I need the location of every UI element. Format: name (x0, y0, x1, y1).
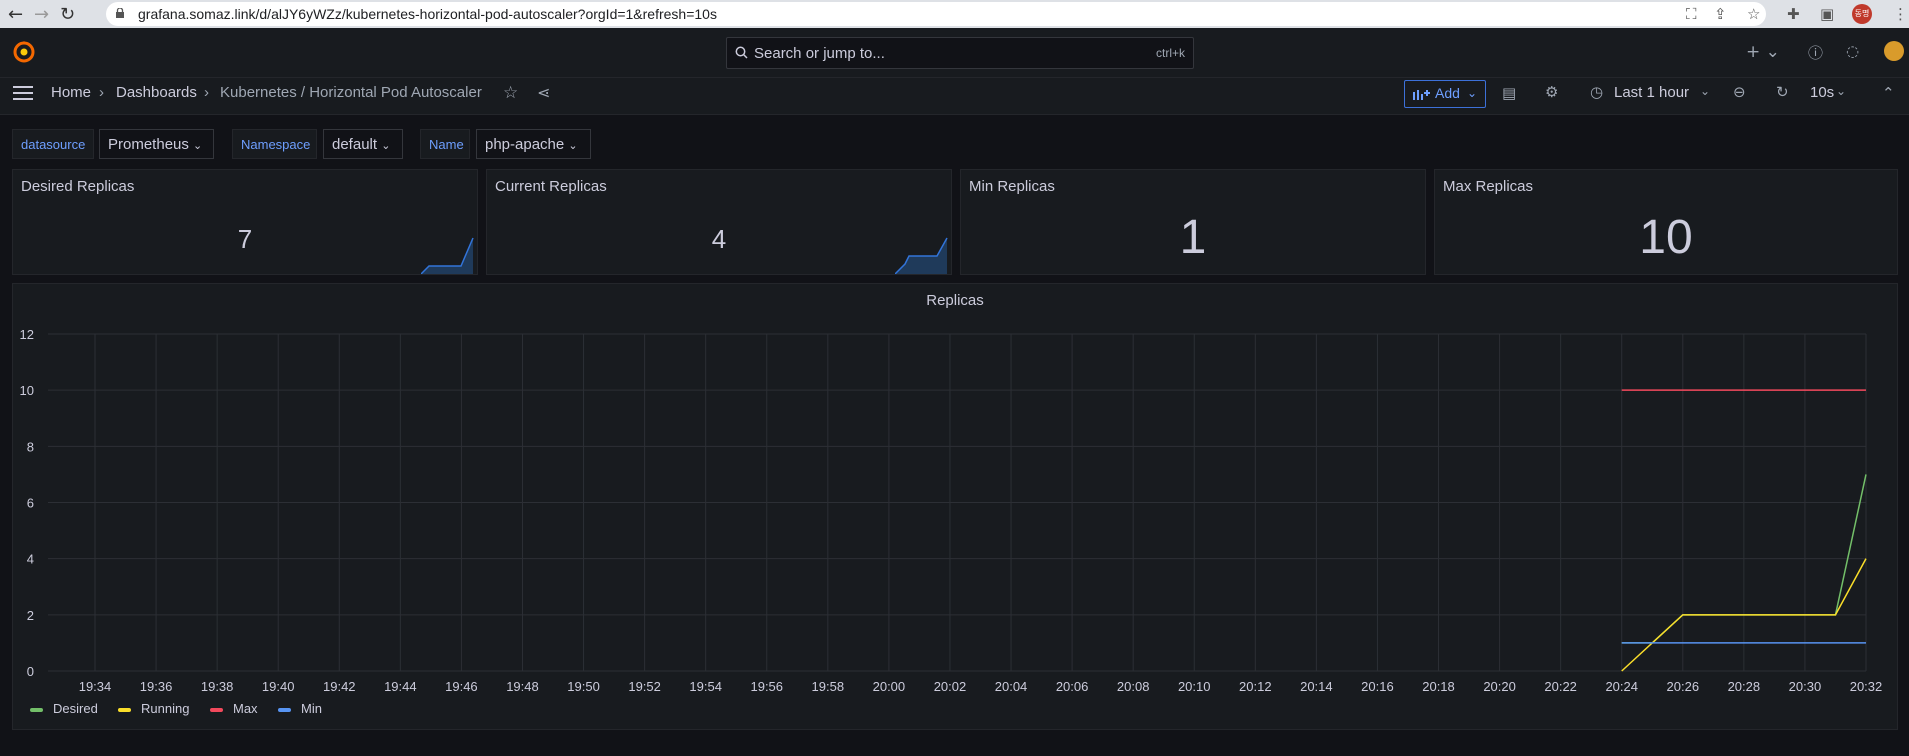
x-tick-label: 20:04 (995, 679, 1028, 694)
y-tick-label: 6 (27, 496, 34, 511)
x-tick-label: 19:48 (506, 679, 539, 694)
x-tick-label: 20:16 (1361, 679, 1394, 694)
y-tick-label: 8 (27, 439, 34, 454)
x-tick-label: 19:56 (750, 679, 783, 694)
x-tick-label: 19:58 (812, 679, 845, 694)
x-tick-label: 19:42 (323, 679, 356, 694)
x-tick-label: 19:38 (201, 679, 234, 694)
x-tick-label: 19:34 (79, 679, 112, 694)
legend-swatch (30, 707, 43, 712)
x-tick-label: 19:40 (262, 679, 295, 694)
x-tick-label: 19:54 (689, 679, 722, 694)
x-tick-label: 20:28 (1728, 679, 1761, 694)
x-tick-label: 19:52 (628, 679, 661, 694)
y-tick-label: 2 (27, 608, 34, 623)
x-tick-label: 20:24 (1605, 679, 1638, 694)
x-tick-label: 20:26 (1667, 679, 1700, 694)
legend-item-running[interactable]: Running (118, 701, 189, 716)
legend-item-max[interactable]: Max (210, 701, 258, 716)
x-tick-label: 19:44 (384, 679, 417, 694)
legend-swatch (118, 707, 131, 712)
x-tick-label: 20:20 (1483, 679, 1516, 694)
x-tick-label: 20:30 (1789, 679, 1822, 694)
x-tick-label: 19:36 (140, 679, 173, 694)
x-tick-label: 19:46 (445, 679, 478, 694)
x-tick-label: 20:14 (1300, 679, 1333, 694)
y-tick-label: 10 (20, 383, 34, 398)
legend-swatch (278, 707, 291, 712)
x-tick-label: 19:50 (567, 679, 600, 694)
x-tick-label: 20:18 (1422, 679, 1455, 694)
x-tick-label: 20:22 (1544, 679, 1577, 694)
legend-item-min[interactable]: Min (278, 701, 322, 716)
x-tick-label: 20:32 (1850, 679, 1883, 694)
x-tick-label: 20:12 (1239, 679, 1272, 694)
y-tick-label: 12 (20, 327, 34, 342)
x-tick-label: 20:06 (1056, 679, 1089, 694)
x-tick-label: 20:00 (873, 679, 906, 694)
legend-item-desired[interactable]: Desired (30, 701, 98, 716)
y-tick-label: 0 (27, 664, 34, 679)
x-tick-label: 20:02 (934, 679, 967, 694)
y-tick-label: 4 (27, 552, 34, 567)
x-tick-label: 20:10 (1178, 679, 1211, 694)
replicas-chart: 0 2 4 6 8 10 12 19:34 19:36 19:38 19:40 19:42 19:44 1… (20, 327, 1883, 694)
x-tick-label: 20:08 (1117, 679, 1150, 694)
legend-swatch (210, 707, 223, 712)
